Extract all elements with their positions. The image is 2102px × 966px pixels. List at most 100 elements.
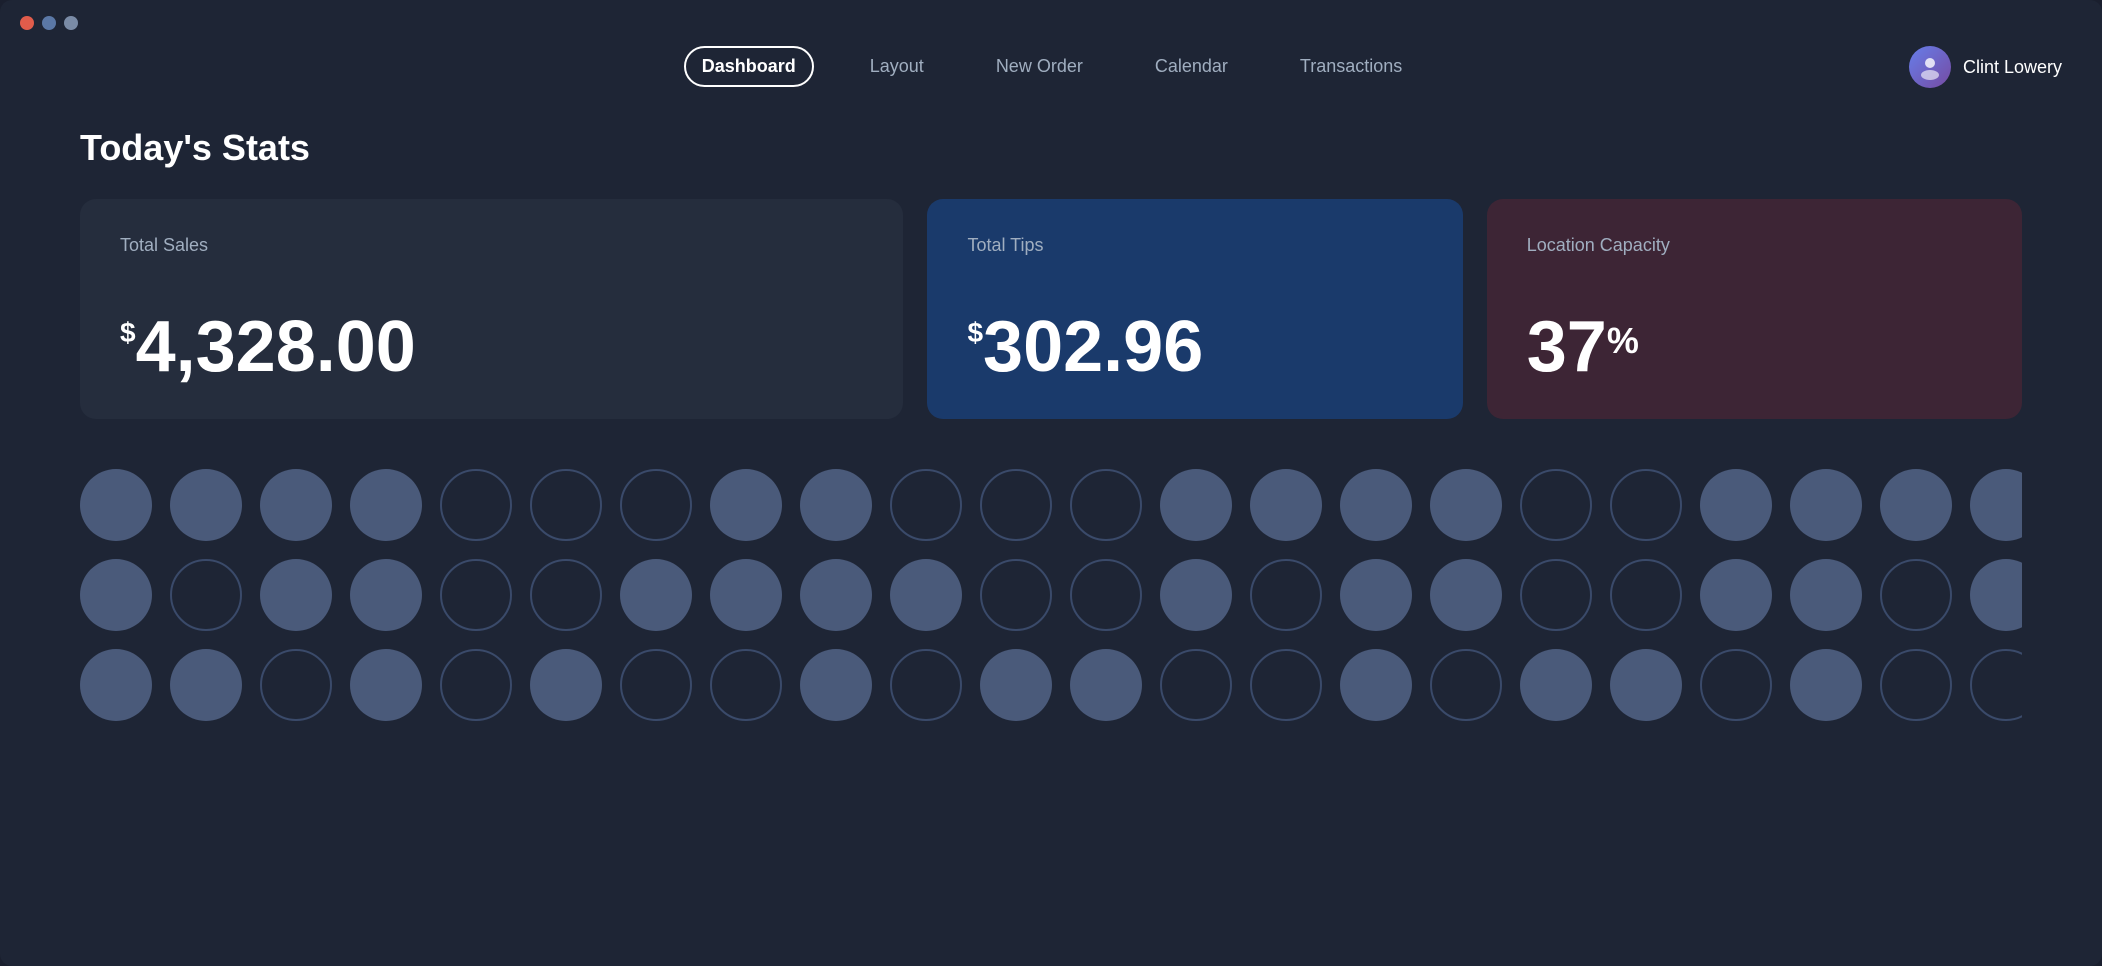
circle-item[interactable]: [440, 649, 512, 721]
circle-item[interactable]: [1520, 559, 1592, 631]
circle-item[interactable]: [260, 469, 332, 541]
circle-item[interactable]: [1340, 559, 1412, 631]
circle-item[interactable]: [710, 649, 782, 721]
circle-item[interactable]: [260, 559, 332, 631]
nav-item-transactions[interactable]: Transactions: [1284, 48, 1418, 85]
circle-item[interactable]: [1520, 649, 1592, 721]
circles-row-2: [80, 559, 2022, 631]
circle-item[interactable]: [890, 559, 962, 631]
circle-item[interactable]: [1070, 469, 1142, 541]
circle-item[interactable]: [1610, 649, 1682, 721]
circle-item[interactable]: [620, 649, 692, 721]
circle-item[interactable]: [530, 559, 602, 631]
circle-item[interactable]: [1430, 559, 1502, 631]
circle-item[interactable]: [80, 559, 152, 631]
circle-item[interactable]: [1070, 559, 1142, 631]
circle-item[interactable]: [980, 649, 1052, 721]
main-content: Today's Stats Total Sales $ 4,328.00 Tot…: [0, 107, 2102, 779]
stat-card-total-tips: Total Tips $ 302.96: [927, 199, 1462, 419]
circle-item[interactable]: [440, 559, 512, 631]
circle-item[interactable]: [1250, 559, 1322, 631]
total-tips-label: Total Tips: [967, 235, 1422, 256]
circle-item[interactable]: [1160, 649, 1232, 721]
circle-item[interactable]: [1790, 649, 1862, 721]
circle-item[interactable]: [620, 469, 692, 541]
title-bar: [0, 0, 2102, 46]
circles-row-3: [80, 649, 2022, 721]
circle-item[interactable]: [890, 649, 962, 721]
circle-item[interactable]: [890, 469, 962, 541]
circle-item[interactable]: [1790, 469, 1862, 541]
location-capacity-number: 37: [1527, 311, 1607, 383]
user-profile[interactable]: Clint Lowery: [1909, 46, 2062, 88]
circle-item[interactable]: [170, 559, 242, 631]
stats-grid: Total Sales $ 4,328.00 Total Tips $ 302.…: [80, 199, 2022, 419]
circle-item[interactable]: [170, 469, 242, 541]
circle-item[interactable]: [1880, 649, 1952, 721]
circle-item[interactable]: [1790, 559, 1862, 631]
circles-row-1: [80, 469, 2022, 541]
stat-card-location-capacity: Location Capacity 37 %: [1487, 199, 2022, 419]
circle-item[interactable]: [80, 649, 152, 721]
nav-links: Dashboard Layout New Order Calendar Tran…: [684, 46, 1419, 87]
total-tips-value: $ 302.96: [967, 311, 1422, 383]
circle-item[interactable]: [260, 649, 332, 721]
circle-item[interactable]: [1880, 559, 1952, 631]
circle-item[interactable]: [980, 559, 1052, 631]
circle-item[interactable]: [710, 559, 782, 631]
nav-item-new-order[interactable]: New Order: [980, 48, 1099, 85]
circle-item[interactable]: [800, 469, 872, 541]
circle-item[interactable]: [1070, 649, 1142, 721]
total-sales-label: Total Sales: [120, 235, 863, 256]
circle-item[interactable]: [620, 559, 692, 631]
avatar-image: [1909, 46, 1951, 88]
app-window: Dashboard Layout New Order Calendar Tran…: [0, 0, 2102, 966]
circle-item[interactable]: [1340, 649, 1412, 721]
circle-item[interactable]: [350, 559, 422, 631]
nav-item-dashboard[interactable]: Dashboard: [684, 46, 814, 87]
circle-item[interactable]: [80, 469, 152, 541]
circle-item[interactable]: [350, 649, 422, 721]
circles-section: [80, 469, 2022, 739]
maximize-button[interactable]: [64, 16, 78, 30]
nav-item-layout[interactable]: Layout: [854, 48, 940, 85]
circle-item[interactable]: [1250, 469, 1322, 541]
circle-item[interactable]: [350, 469, 422, 541]
navbar: Dashboard Layout New Order Calendar Tran…: [0, 46, 2102, 107]
page-title: Today's Stats: [80, 127, 2022, 169]
circle-item[interactable]: [800, 559, 872, 631]
circle-item[interactable]: [1700, 559, 1772, 631]
circle-item[interactable]: [1610, 559, 1682, 631]
circle-item[interactable]: [800, 649, 872, 721]
circles-container: [80, 469, 2022, 721]
circle-item[interactable]: [170, 649, 242, 721]
close-button[interactable]: [20, 16, 34, 30]
circle-item[interactable]: [1520, 469, 1592, 541]
circle-item[interactable]: [980, 469, 1052, 541]
circle-item[interactable]: [1700, 649, 1772, 721]
circle-item[interactable]: [1160, 559, 1232, 631]
total-tips-currency: $: [967, 319, 983, 347]
circle-item[interactable]: [1340, 469, 1412, 541]
circle-item[interactable]: [1160, 469, 1232, 541]
circle-item[interactable]: [1970, 559, 2022, 631]
circle-item[interactable]: [710, 469, 782, 541]
nav-item-calendar[interactable]: Calendar: [1139, 48, 1244, 85]
circle-item[interactable]: [1250, 649, 1322, 721]
total-sales-number: 4,328.00: [136, 311, 416, 383]
stat-card-total-sales: Total Sales $ 4,328.00: [80, 199, 903, 419]
circle-item[interactable]: [1970, 649, 2022, 721]
location-capacity-percent: %: [1607, 323, 1639, 359]
user-name: Clint Lowery: [1963, 57, 2062, 78]
circle-item[interactable]: [1610, 469, 1682, 541]
circle-item[interactable]: [1430, 649, 1502, 721]
minimize-button[interactable]: [42, 16, 56, 30]
circle-item[interactable]: [1880, 469, 1952, 541]
circle-item[interactable]: [1970, 469, 2022, 541]
circle-item[interactable]: [530, 469, 602, 541]
total-tips-number: 302.96: [983, 311, 1203, 383]
circle-item[interactable]: [440, 469, 512, 541]
circle-item[interactable]: [1700, 469, 1772, 541]
circle-item[interactable]: [1430, 469, 1502, 541]
circle-item[interactable]: [530, 649, 602, 721]
